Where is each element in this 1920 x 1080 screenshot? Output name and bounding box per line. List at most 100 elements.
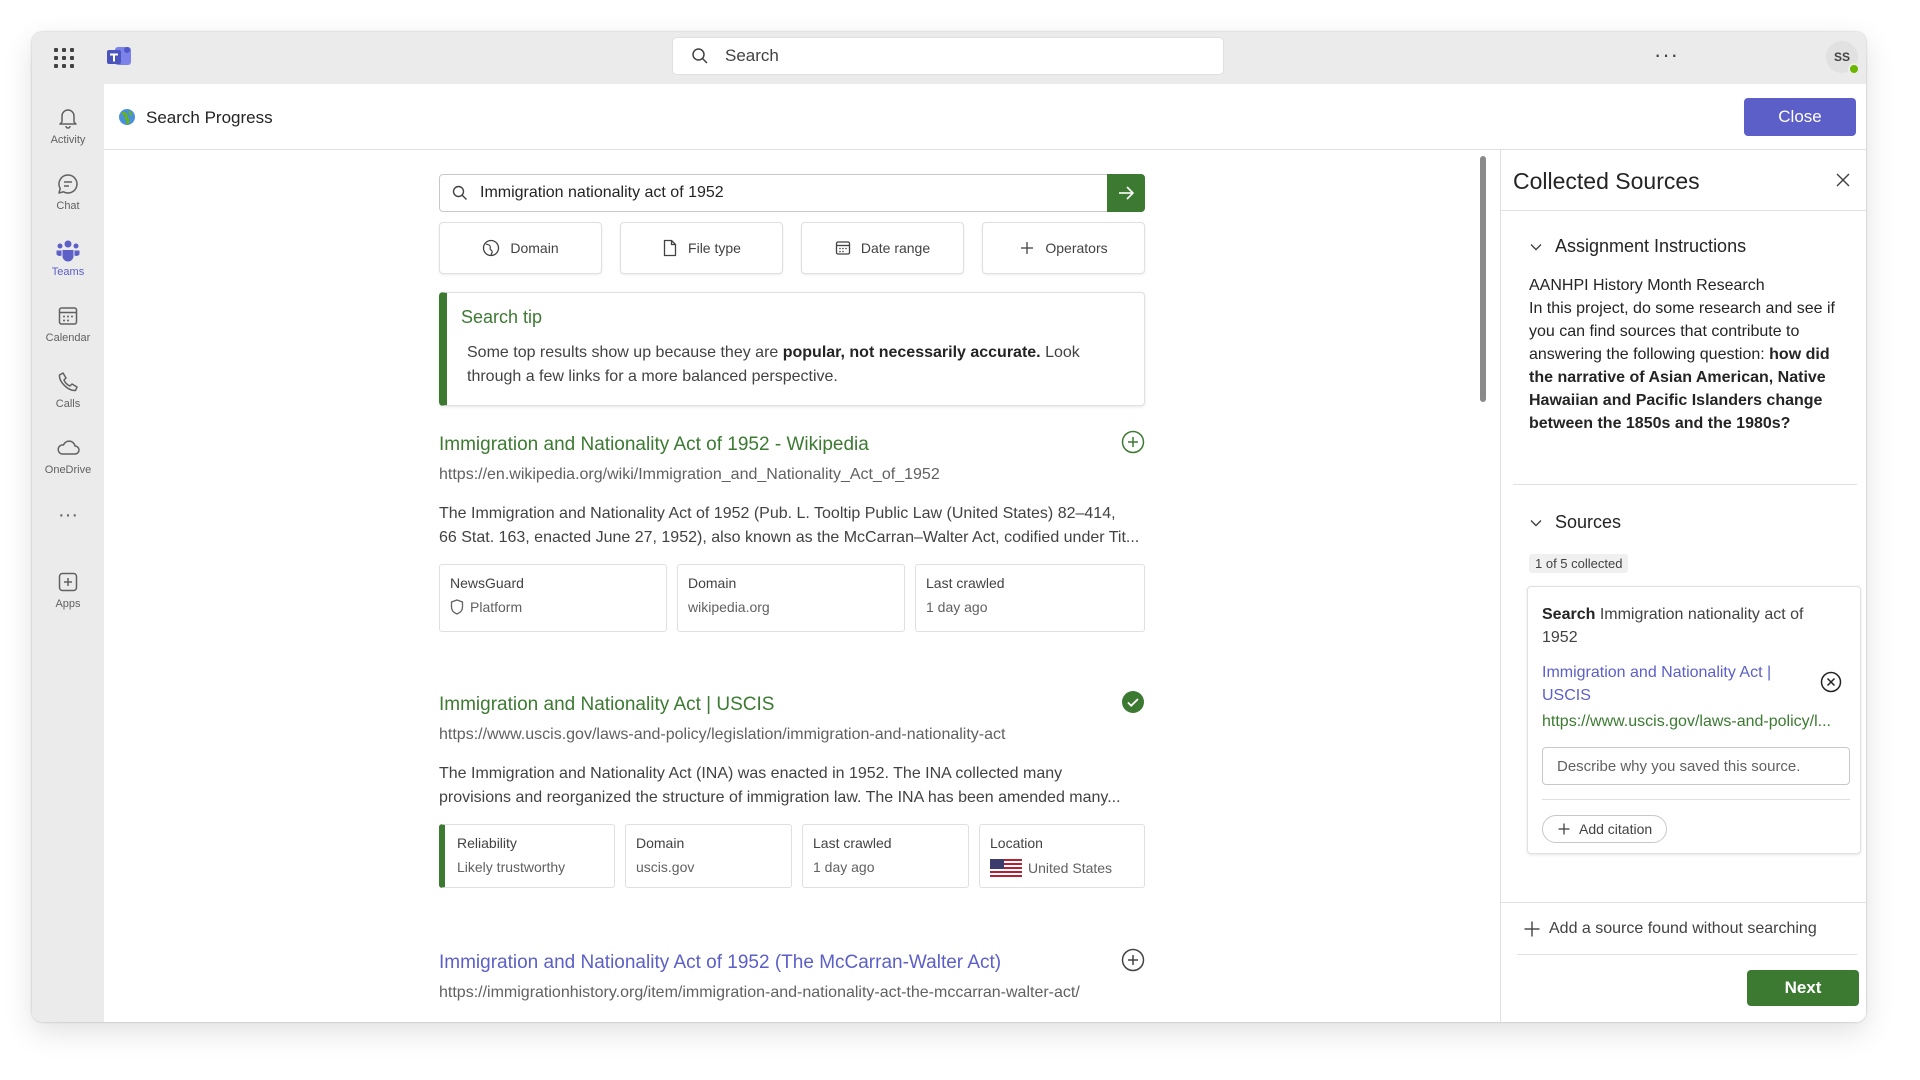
query-search-input[interactable]: Immigration nationality act of 1952: [439, 174, 1145, 212]
info-card-value: uscis.gov: [636, 859, 695, 875]
add-source-without-search-label: Add a source found without searching: [1549, 920, 1817, 937]
next-button[interactable]: Next: [1747, 970, 1859, 1006]
global-search-input[interactable]: Search: [672, 37, 1224, 75]
presence-available-icon: [1848, 63, 1860, 75]
rail-label-calendar: Calendar: [45, 332, 91, 344]
teams-icon: [56, 240, 80, 262]
rail-item-activity[interactable]: Activity: [32, 106, 104, 166]
filter-file-type-label: File type: [688, 240, 741, 256]
add-source-icon[interactable]: [1121, 948, 1145, 972]
result-description: The Immigration and Nationality Act of 1…: [439, 505, 1140, 546]
source-card-divider: [1542, 799, 1850, 800]
search-tip: Search tip Some top results show up beca…: [439, 292, 1145, 406]
results-scrollbar[interactable]: [1480, 156, 1486, 402]
result-info-cards: Reliability Likely trustworthy Domain us…: [439, 824, 1145, 888]
close-button[interactable]: Close: [1744, 98, 1856, 136]
info-card-domain: Domain uscis.gov: [625, 824, 792, 888]
info-card-value: wikipedia.org: [688, 599, 770, 615]
section-heading: Assignment Instructions: [1555, 236, 1747, 256]
globe-icon: [483, 239, 500, 257]
teams-logo-icon: [107, 47, 131, 65]
source-note-input[interactable]: [1542, 747, 1850, 785]
info-card-label: Location: [990, 835, 1043, 851]
filter-file-type-button[interactable]: File type: [620, 222, 783, 274]
cloud-icon: [57, 440, 80, 455]
collected-sources-panel: Collected Sources Assignment Instruction…: [1500, 150, 1866, 1022]
rail-more-icon[interactable]: ···: [32, 504, 104, 534]
top-bar: Search ··· SS: [32, 32, 1866, 84]
source-card: Search Immigration nationality act of 19…: [1527, 586, 1861, 854]
app-launcher-icon[interactable]: [52, 46, 76, 70]
add-citation-label: Add citation: [1579, 821, 1653, 837]
search-tip-title: Search tip: [461, 307, 543, 327]
panel-divider: [1501, 210, 1866, 211]
filter-date-range-button[interactable]: Date range: [801, 222, 964, 274]
filter-operators-label: Operators: [1045, 240, 1108, 256]
result-description: The Immigration and Nationality Act (INA…: [439, 765, 1121, 806]
chevron-down-icon: [1530, 243, 1542, 250]
shield-icon: [450, 599, 464, 615]
remove-source-icon[interactable]: [1820, 671, 1842, 693]
info-card-label: Last crawled: [813, 835, 892, 851]
arrow-right-icon: [1119, 186, 1135, 200]
app-header: Search Progress Close: [104, 84, 1866, 150]
result-url: https://immigrationhistory.org/item/immi…: [439, 984, 1080, 1001]
assignment-instructions-toggle[interactable]: Assignment Instructions: [1529, 236, 1746, 257]
add-source-icon[interactable]: [1121, 430, 1145, 454]
file-icon: [663, 239, 677, 257]
chevron-down-icon: [1530, 519, 1542, 526]
phone-icon: [58, 372, 78, 392]
filter-domain-button[interactable]: Domain: [439, 222, 602, 274]
rail-item-apps[interactable]: Apps: [32, 570, 104, 630]
result-title-link[interactable]: Immigration and Nationality Act of 1952 …: [439, 434, 869, 456]
plus-icon: [1021, 242, 1034, 254]
source-title-link[interactable]: Immigration and Nationality Act | USCIS: [1542, 661, 1812, 707]
filter-operators-button[interactable]: Operators: [982, 222, 1145, 274]
add-apps-icon: [58, 572, 78, 592]
add-citation-button[interactable]: Add citation: [1542, 815, 1668, 843]
info-card-location: Location United States: [979, 824, 1145, 888]
info-card-newsguard: NewsGuard Platform: [439, 564, 667, 632]
assignment-instructions: AANHPI History Month Research In this pr…: [1529, 274, 1847, 435]
page-title: Search Progress: [146, 108, 273, 127]
plus-icon: [1524, 921, 1540, 937]
teams-window: Search ··· SS Activity Chat Teams Calend…: [32, 32, 1866, 1022]
content-area: Search Progress Close Immigration nation…: [104, 84, 1866, 1022]
add-source-without-search-button[interactable]: Add a source found without searching: [1523, 920, 1817, 938]
rail-item-calendar[interactable]: Calendar: [32, 304, 104, 364]
info-card-label: Domain: [688, 575, 737, 591]
rail-item-onedrive[interactable]: OneDrive: [32, 436, 104, 496]
section-divider: [1513, 484, 1857, 485]
info-card-value: Platform: [470, 599, 523, 615]
assignment-title: AANHPI History Month Research: [1529, 277, 1765, 294]
search-tip-body: Some top results show up because they ar…: [467, 344, 1080, 385]
saved-check-icon[interactable]: [1121, 690, 1145, 714]
info-card-value: United States: [1028, 860, 1113, 876]
calendar-icon: [835, 241, 851, 255]
filter-domain-label: Domain: [510, 240, 559, 256]
close-icon[interactable]: [1835, 172, 1851, 188]
calendar-icon: [58, 307, 78, 325]
search-icon: [452, 185, 467, 200]
result-title-link[interactable]: Immigration and Nationality Act of 1952 …: [439, 952, 1001, 974]
rail-label-onedrive: OneDrive: [44, 464, 92, 476]
search-submit-button[interactable]: [1107, 174, 1145, 212]
avatar-initials: SS: [1833, 50, 1850, 64]
info-card-label: Reliability: [457, 835, 517, 851]
info-card-label: Domain: [636, 835, 685, 851]
info-card-reliability: Reliability Likely trustworthy: [439, 824, 615, 888]
result-title-link[interactable]: Immigration and Nationality Act | USCIS: [439, 694, 774, 716]
panel-title: Collected Sources: [1513, 168, 1700, 194]
rail-item-calls[interactable]: Calls: [32, 370, 104, 430]
avatar[interactable]: SS: [1826, 41, 1860, 75]
rail-item-teams[interactable]: Teams: [32, 238, 104, 298]
result-url: https://www.uscis.gov/laws-and-policy/le…: [439, 726, 1006, 743]
left-rail: Activity Chat Teams Calendar Calls OneDr…: [32, 84, 104, 1022]
rail-item-chat[interactable]: Chat: [32, 172, 104, 232]
more-options-icon[interactable]: ···: [1654, 42, 1679, 68]
app-globe-icon: [119, 109, 135, 125]
search-results-pane: Immigration nationality act of 1952 Doma…: [104, 150, 1498, 1022]
sources-toggle[interactable]: Sources: [1529, 512, 1621, 533]
info-card-label: NewsGuard: [450, 575, 524, 591]
panel-divider: [1517, 954, 1857, 955]
